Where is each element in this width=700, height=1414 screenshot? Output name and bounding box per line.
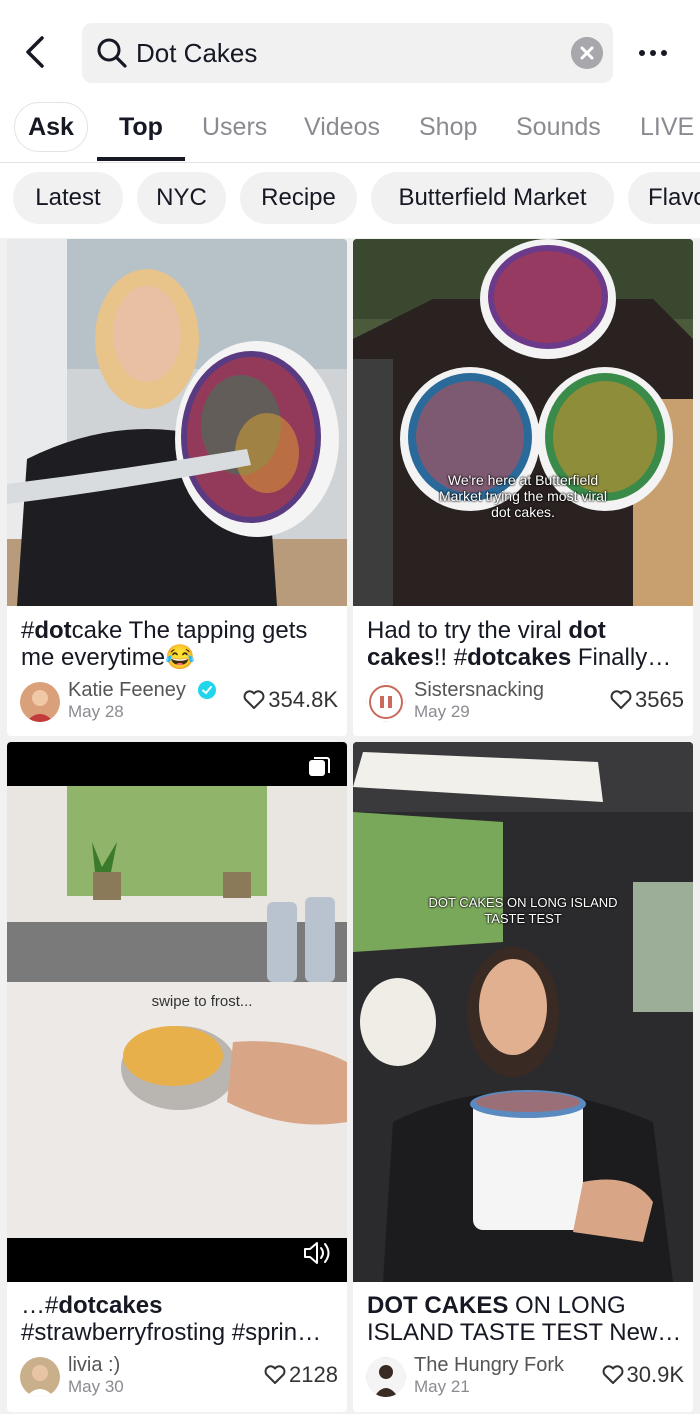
- video-caption: Had to try the viral dot cakes!! #dotcak…: [367, 617, 672, 671]
- video-thumbnail: DOT CAKES ON LONG ISLAND TASTE TEST: [353, 742, 693, 1282]
- author-name[interactable]: The Hungry Fork: [414, 1354, 564, 1376]
- video-card[interactable]: swipe to frost... …#dotcakes #strawberry…: [7, 742, 347, 1412]
- like-count: 3565: [610, 687, 684, 713]
- search-bar[interactable]: Dot Cakes: [82, 23, 613, 83]
- tab-shop[interactable]: Shop: [419, 112, 477, 142]
- like-count: 354.8K: [243, 687, 338, 713]
- tab-videos[interactable]: Videos: [304, 112, 380, 142]
- heart-icon: [602, 1365, 623, 1384]
- video-card[interactable]: DOT CAKES ON LONG ISLAND TASTE TEST DOT …: [353, 742, 693, 1412]
- author-name[interactable]: Katie Feeney: [68, 679, 186, 701]
- video-thumbnail: swipe to frost...: [7, 742, 347, 1282]
- heart-icon: [610, 690, 632, 709]
- filter-chips: Latest NYC Recipe Butterfield Market Fla…: [0, 163, 700, 238]
- like-count: 2128: [264, 1362, 338, 1388]
- chip-latest[interactable]: Latest: [13, 172, 123, 224]
- post-date: May 28: [68, 702, 124, 721]
- photo-carousel-icon: [309, 757, 330, 776]
- video-thumbnail: We're here at Butterfield Market trying …: [353, 239, 693, 606]
- video-caption: #dotcake The tapping gets me everytime😂: [21, 617, 308, 671]
- post-date: May 29: [414, 702, 470, 721]
- heart-icon: [264, 1365, 286, 1384]
- video-caption: DOT CAKES ON LONG ISLAND TASTE TEST New…: [367, 1292, 682, 1346]
- top-bar: Dot Cakes: [0, 0, 700, 100]
- sound-icon[interactable]: [302, 1239, 332, 1267]
- author-name[interactable]: Sistersnacking: [414, 679, 544, 701]
- avatar[interactable]: [20, 1357, 60, 1397]
- active-tab-indicator: [97, 157, 185, 161]
- like-count: 30.9K: [602, 1362, 684, 1388]
- avatar[interactable]: [20, 682, 60, 722]
- chip-butterfield-market[interactable]: Butterfield Market: [371, 172, 614, 224]
- chip-flavor[interactable]: Flavo: [628, 172, 700, 224]
- search-icon: [97, 38, 127, 68]
- tab-top[interactable]: Top: [119, 112, 163, 142]
- tab-live[interactable]: LIVE: [640, 112, 694, 142]
- avatar[interactable]: [366, 1357, 406, 1397]
- tab-users[interactable]: Users: [202, 112, 267, 142]
- more-options-icon[interactable]: [636, 36, 670, 70]
- back-arrow-icon[interactable]: [22, 34, 54, 70]
- post-date: May 30: [68, 1377, 124, 1396]
- video-meta: Sistersnacking May 29 3565: [366, 679, 686, 725]
- search-tabs: Ask Top Users Videos Shop Sounds LIVE: [0, 100, 700, 163]
- video-card[interactable]: We're here at Butterfield Market trying …: [353, 239, 693, 736]
- video-thumbnail: [7, 239, 347, 606]
- video-card[interactable]: #dotcake The tapping gets me everytime😂 …: [7, 239, 347, 736]
- video-overlay-text: We're here at Butterfield Market trying …: [438, 472, 608, 520]
- tab-ask[interactable]: Ask: [14, 102, 88, 152]
- video-meta: Katie Feeney May 28 354.8K: [20, 679, 340, 725]
- video-overlay-text: DOT CAKES ON LONG ISLAND TASTE TEST: [428, 895, 618, 926]
- chip-nyc[interactable]: NYC: [137, 172, 226, 224]
- clear-search-icon[interactable]: [571, 37, 603, 69]
- video-overlay-text: swipe to frost...: [151, 993, 253, 1010]
- post-date: May 21: [414, 1377, 470, 1396]
- chip-recipe[interactable]: Recipe: [240, 172, 357, 224]
- avatar[interactable]: [366, 682, 406, 722]
- video-meta: livia :) May 30 2128: [20, 1354, 340, 1400]
- video-caption: …#dotcakes #strawberryfrosting #sprin…: [21, 1292, 322, 1346]
- author-name[interactable]: livia :): [68, 1354, 120, 1376]
- video-meta: The Hungry Fork May 21 30.9K: [366, 1354, 686, 1400]
- search-input[interactable]: Dot Cakes: [136, 37, 556, 69]
- verified-badge-icon: [198, 681, 216, 699]
- heart-icon: [243, 690, 265, 709]
- tab-sounds[interactable]: Sounds: [516, 112, 601, 142]
